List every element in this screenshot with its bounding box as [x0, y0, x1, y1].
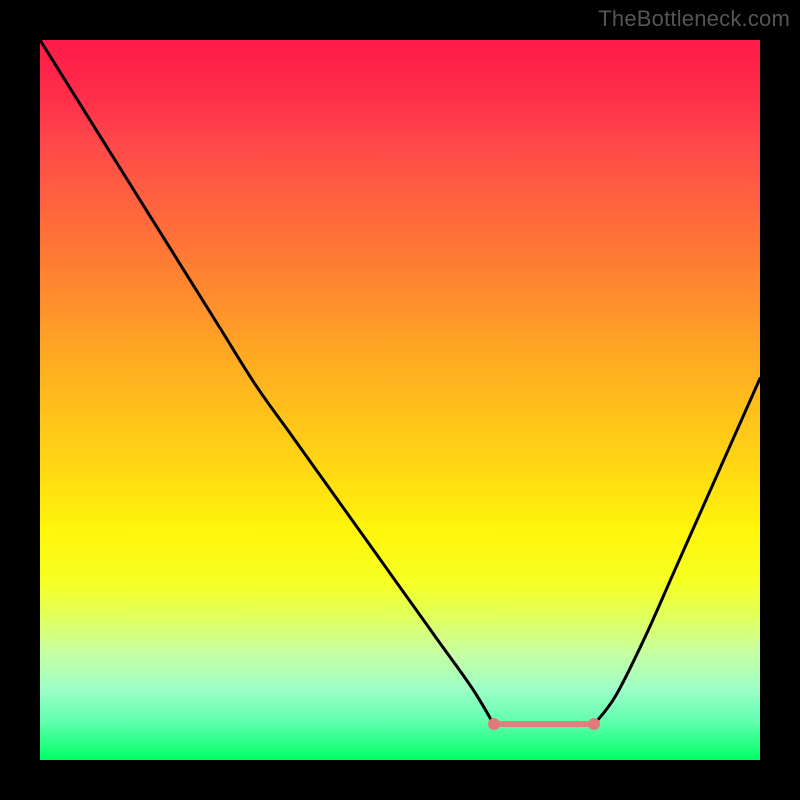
optimal-flat-region [494, 721, 595, 727]
bottleneck-curve [40, 40, 760, 760]
curve-right-branch [594, 378, 760, 724]
optimal-region-right-dot [588, 718, 600, 730]
curve-left-branch [40, 40, 494, 724]
plot-area [40, 40, 760, 760]
optimal-region-left-dot [488, 718, 500, 730]
watermark-text: TheBottleneck.com [598, 6, 790, 32]
chart-frame: TheBottleneck.com [0, 0, 800, 800]
